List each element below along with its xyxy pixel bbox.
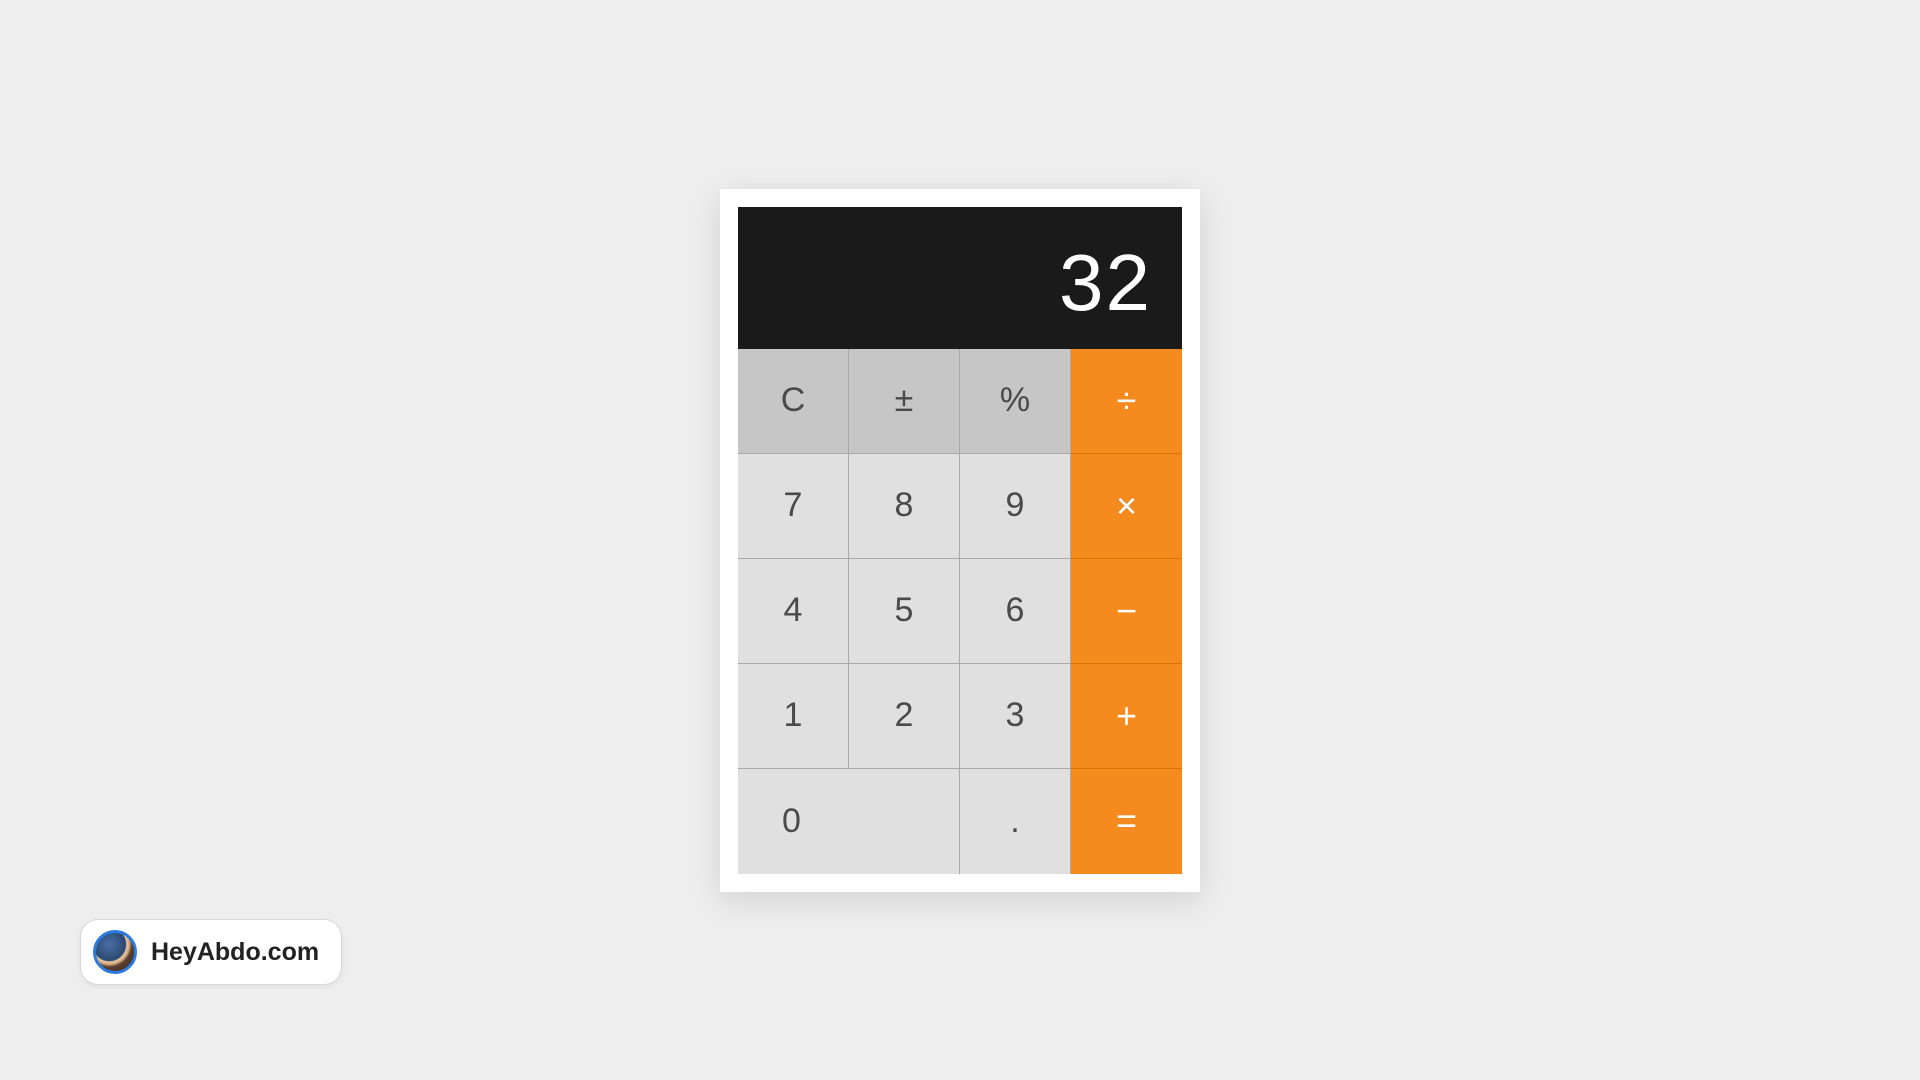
decimal-button[interactable]: . bbox=[960, 769, 1071, 874]
calculator-display: 32 bbox=[738, 207, 1182, 349]
nine-button[interactable]: 9 bbox=[960, 454, 1071, 559]
three-button[interactable]: 3 bbox=[960, 664, 1071, 769]
equals-button[interactable]: = bbox=[1071, 769, 1182, 874]
attribution-badge[interactable]: HeyAbdo.com bbox=[80, 919, 342, 985]
zero-button[interactable]: 0 bbox=[738, 769, 960, 874]
percent-button[interactable]: % bbox=[960, 349, 1071, 454]
calculator-keypad: C ± % ÷ 7 8 9 × 4 5 6 − 1 2 3 + 0 . = bbox=[738, 349, 1182, 874]
five-button[interactable]: 5 bbox=[849, 559, 960, 664]
avatar-icon bbox=[93, 930, 137, 974]
add-button[interactable]: + bbox=[1071, 664, 1182, 769]
eight-button[interactable]: 8 bbox=[849, 454, 960, 559]
one-button[interactable]: 1 bbox=[738, 664, 849, 769]
calculator-app: 32 C ± % ÷ 7 8 9 × 4 5 6 − 1 2 3 + 0 . = bbox=[720, 189, 1200, 892]
negate-button[interactable]: ± bbox=[849, 349, 960, 454]
six-button[interactable]: 6 bbox=[960, 559, 1071, 664]
multiply-button[interactable]: × bbox=[1071, 454, 1182, 559]
clear-button[interactable]: C bbox=[738, 349, 849, 454]
two-button[interactable]: 2 bbox=[849, 664, 960, 769]
divide-button[interactable]: ÷ bbox=[1071, 349, 1182, 454]
seven-button[interactable]: 7 bbox=[738, 454, 849, 559]
subtract-button[interactable]: − bbox=[1071, 559, 1182, 664]
four-button[interactable]: 4 bbox=[738, 559, 849, 664]
attribution-label: HeyAbdo.com bbox=[151, 938, 319, 967]
